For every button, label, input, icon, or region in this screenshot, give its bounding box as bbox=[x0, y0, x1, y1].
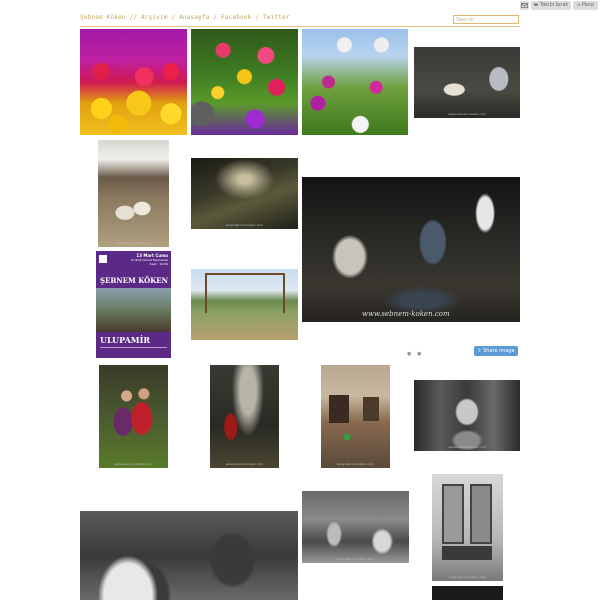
poster-photo bbox=[96, 288, 171, 332]
photo-tulips-2[interactable] bbox=[191, 29, 298, 135]
photo-goalpost-field[interactable] bbox=[191, 269, 298, 340]
photo-tulips-1[interactable] bbox=[80, 29, 187, 135]
train-door-right bbox=[470, 484, 492, 544]
photo-chicken[interactable]: www.sebnem-koken.com bbox=[414, 47, 520, 118]
header-divider bbox=[80, 26, 520, 27]
photo-watermark: www.sebnem-koken.com bbox=[336, 557, 375, 561]
goalpost-bar bbox=[205, 273, 285, 275]
mail-icon bbox=[521, 3, 528, 8]
exhibition-poster[interactable]: 13 Mart Cuma Ordizili Cemal Medresesi Sa… bbox=[96, 251, 171, 358]
train-door-left bbox=[442, 484, 464, 544]
photo-watermark: www.sebnem-koken.com bbox=[225, 223, 264, 227]
photo-watermark: www.sebnem-koken.com bbox=[448, 575, 487, 579]
search-input[interactable] bbox=[453, 15, 519, 24]
photo-alley[interactable]: www.sebnem-koken.com bbox=[210, 365, 279, 468]
photo-children-portrait[interactable]: www.sebnem-koken.com bbox=[99, 365, 168, 468]
photo-shearing-main[interactable]: www.sebnem-koken.com bbox=[302, 177, 520, 322]
poster-divider bbox=[100, 347, 167, 348]
photo-watermark: www.sebnem-koken.com bbox=[336, 462, 375, 466]
unfollow-button[interactable]: ▬ Takibi bırak bbox=[531, 1, 571, 10]
poster-exhibit-title: ULUPAMİR bbox=[100, 335, 151, 345]
header-nav[interactable]: Şebnem Köken // Arşivim / Anasayfa / Fac… bbox=[80, 14, 290, 21]
photo-sunlit-stable[interactable]: www.sebnem-koken.com bbox=[191, 158, 298, 229]
share-label: Share image bbox=[483, 348, 515, 354]
main-photo-watermark: www.sebnem-koken.com bbox=[362, 310, 450, 318]
house-window bbox=[329, 395, 349, 423]
goalpost-left bbox=[205, 273, 207, 313]
train-step-people bbox=[442, 546, 492, 560]
photo-boy-bw[interactable]: www.sebnem-koken.com bbox=[414, 380, 520, 451]
mail-icon-button[interactable] bbox=[520, 1, 529, 10]
goalpost-right bbox=[283, 273, 285, 313]
unfollow-label: Takibi bırak bbox=[540, 2, 569, 8]
photo-balcony-house[interactable]: www.sebnem-koken.com bbox=[321, 365, 390, 468]
photo-watermark: www.sebnem-koken.com bbox=[448, 112, 486, 116]
photo-sheep-village[interactable]: www.sebnem-koken.com bbox=[98, 140, 169, 247]
photo-train-door-bw[interactable]: www.sebnem-koken.com bbox=[432, 474, 503, 581]
share-image-button[interactable]: ⇪ Share image bbox=[474, 346, 518, 356]
poster-logo bbox=[99, 255, 107, 263]
photo-flag-boy-bw[interactable] bbox=[80, 511, 298, 600]
poster-artist-name: ŞEBNEM KÖKEN bbox=[100, 276, 169, 285]
dashboard-button[interactable]: ⌂ Pano bbox=[573, 1, 598, 10]
photo-pagination-dots[interactable]: ● ● bbox=[407, 351, 423, 357]
house-door bbox=[363, 397, 379, 421]
photo-watermark: www.sebnem-koken.com bbox=[448, 445, 486, 449]
photo-tulips-3[interactable] bbox=[302, 29, 408, 135]
dashboard-label: Pano bbox=[581, 2, 594, 8]
photo-village-kids-bw[interactable]: www.sebnem-koken.com bbox=[302, 491, 409, 563]
photo-watermark: www.sebnem-koken.com bbox=[114, 462, 153, 466]
photo-partial-bottom[interactable] bbox=[432, 586, 503, 600]
poster-time: Saat : 19:00 bbox=[149, 262, 168, 266]
photo-watermark: www.sebnem-koken.com bbox=[225, 462, 264, 466]
photo-watermark: www.sebnem-koken.com bbox=[114, 241, 153, 245]
